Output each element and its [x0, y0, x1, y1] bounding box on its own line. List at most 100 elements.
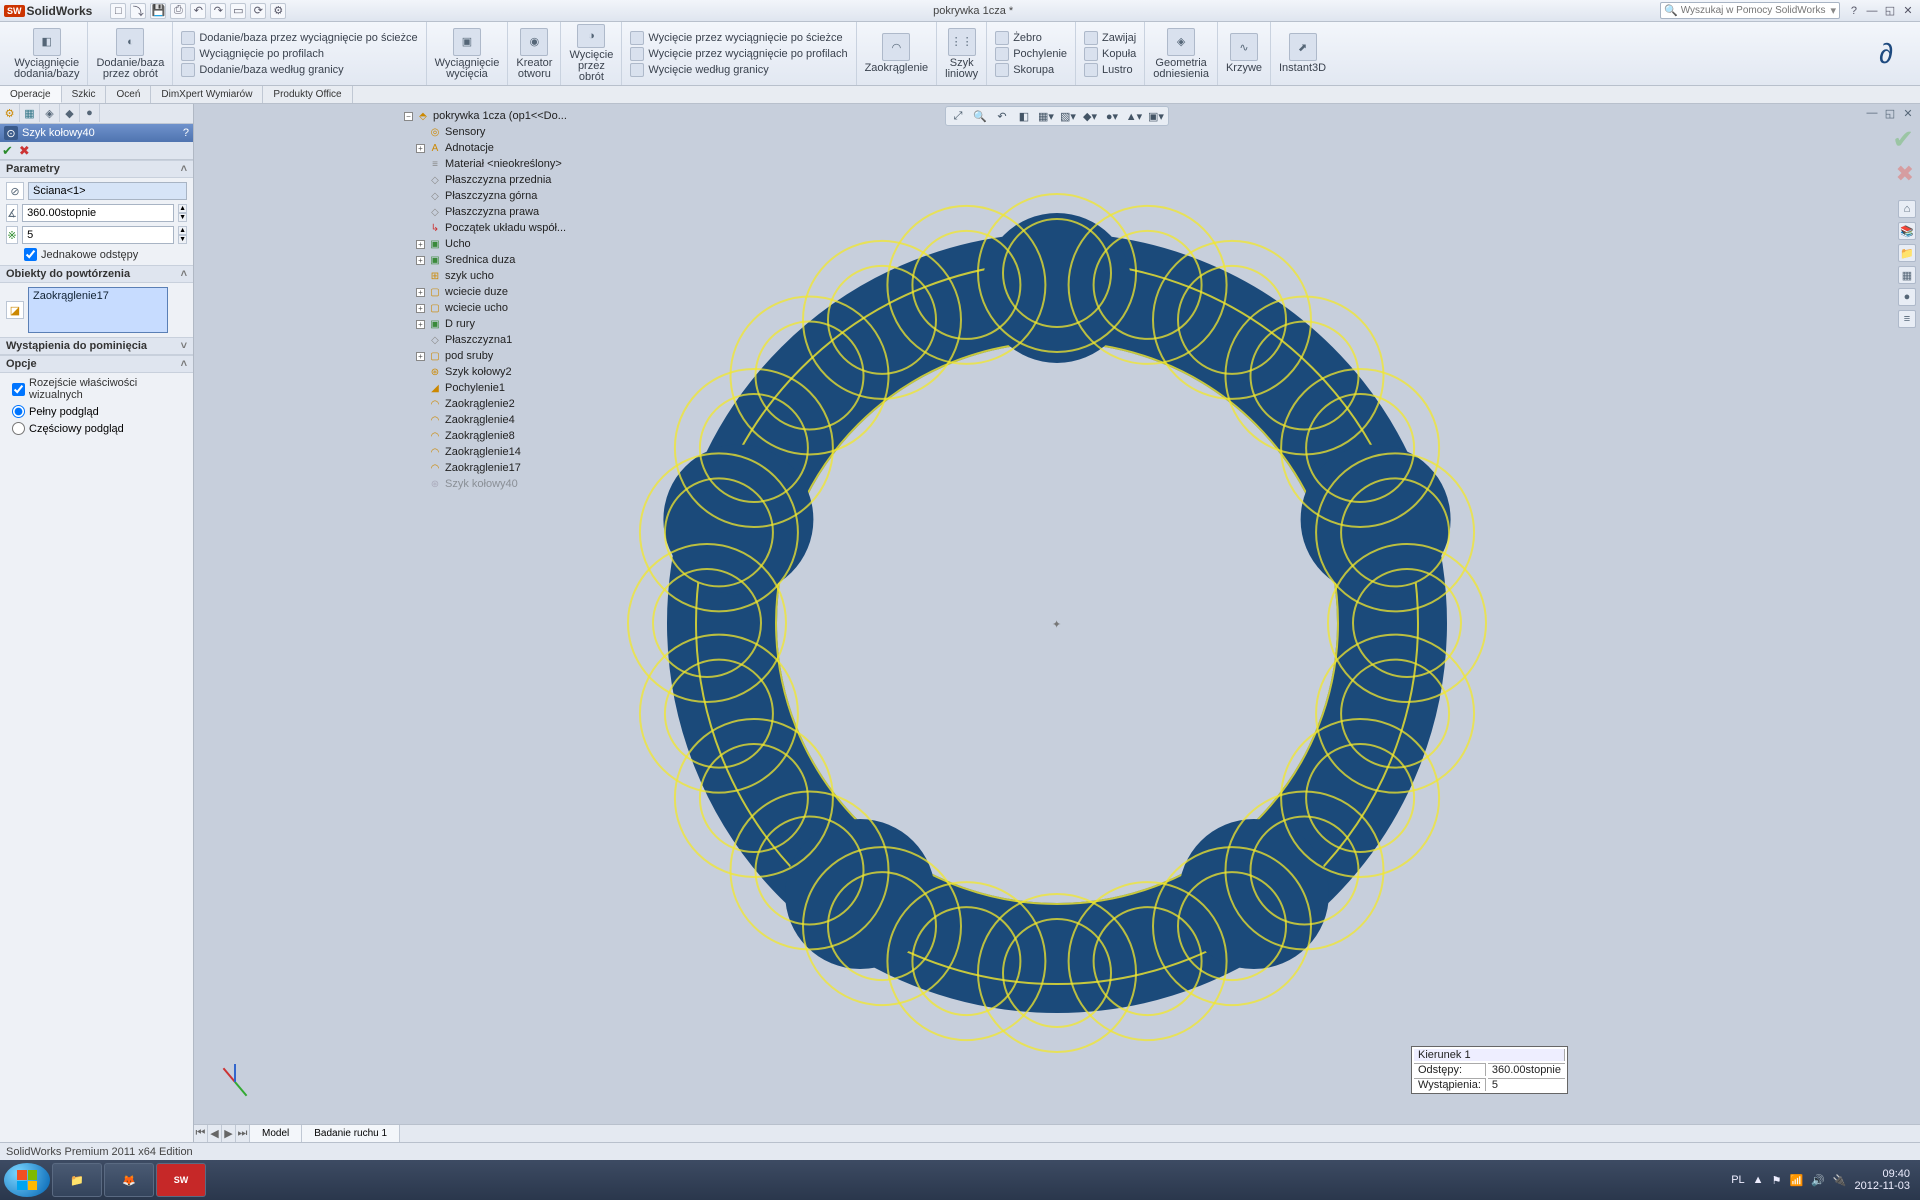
tree-item-current[interactable]: ⊛Szyk kołowy40: [400, 476, 576, 492]
child-restore-icon[interactable]: ◱: [1882, 106, 1898, 120]
display-style-icon[interactable]: ▧▾: [1058, 108, 1078, 124]
ribbon-btn-draft[interactable]: Pochylenie: [995, 47, 1067, 61]
tab-nav-last-icon[interactable]: ⏭: [236, 1125, 250, 1142]
angle-field[interactable]: [22, 204, 174, 222]
ribbon-btn-shell[interactable]: Skorupa: [995, 63, 1067, 77]
view-orientation-icon[interactable]: ▦▾: [1036, 108, 1056, 124]
scene-icon[interactable]: ▲▾: [1124, 108, 1144, 124]
features-icon[interactable]: ◪: [6, 301, 24, 319]
panel-tab-display-icon[interactable]: ◈: [40, 104, 60, 122]
count-spinner[interactable]: ▲▼: [178, 226, 187, 244]
tray-lang[interactable]: PL: [1731, 1174, 1744, 1186]
partial-preview-radio[interactable]: [12, 422, 25, 435]
ribbon-btn-cut-boundary[interactable]: Wycięcie według granicy: [630, 63, 847, 77]
child-minimize-icon[interactable]: —: [1864, 106, 1880, 120]
tab-dimxpert[interactable]: DimXpert Wymiarów: [151, 86, 263, 103]
tab-model[interactable]: Model: [250, 1125, 302, 1142]
tree-item[interactable]: ≡Materiał <nieokreślony>: [400, 156, 576, 172]
qat-print-icon[interactable]: ⎙: [170, 3, 186, 19]
qat-select-icon[interactable]: ▭: [230, 3, 246, 19]
ribbon-btn-linear-pattern[interactable]: ⋮⋮Szykliniowy: [937, 22, 987, 85]
angle-icon[interactable]: ∡: [6, 204, 18, 222]
tab-sketch[interactable]: Szkic: [62, 86, 107, 103]
tree-item[interactable]: ⊛Szyk kołowy2: [400, 364, 576, 380]
tree-item[interactable]: +AAdnotacje: [400, 140, 576, 156]
ribbon-btn-fillet[interactable]: ◠Zaokrąglenie: [857, 22, 938, 85]
section-view-icon[interactable]: ◧: [1014, 108, 1034, 124]
tree-item[interactable]: ◇Płaszczyzna1: [400, 332, 576, 348]
tree-item[interactable]: +▣D rury: [400, 316, 576, 332]
confirm-cancel-icon[interactable]: ✖: [1896, 161, 1914, 187]
equal-spacing-row[interactable]: Jednakowe odstępy: [6, 248, 187, 261]
tab-motion-study[interactable]: Badanie ruchu 1: [302, 1125, 400, 1142]
search-dropdown-icon[interactable]: ▾: [1830, 4, 1836, 17]
tree-item[interactable]: ◠Zaokrąglenie2: [400, 396, 576, 412]
tree-item[interactable]: ◇Płaszczyzna górna: [400, 188, 576, 204]
ribbon-btn-wrap[interactable]: Zawijaj: [1084, 31, 1136, 45]
count-field[interactable]: [22, 226, 174, 244]
tray-show-hidden-icon[interactable]: ▲: [1753, 1174, 1764, 1186]
ribbon-btn-sweep[interactable]: Dodanie/baza przez wyciągnięcie po ścież…: [181, 31, 417, 45]
taskbar-firefox[interactable]: 🦊: [104, 1163, 154, 1197]
ribbon-btn-dome[interactable]: Kopuła: [1084, 47, 1136, 61]
ribbon-btn-mirror[interactable]: Lustro: [1084, 63, 1136, 77]
tray-power-icon[interactable]: 🔌: [1833, 1174, 1847, 1187]
angle-spinner[interactable]: ▲▼: [178, 204, 187, 222]
tray-clock[interactable]: 09:40 2012-11-03: [1855, 1168, 1916, 1192]
custom-props-icon[interactable]: ≡: [1898, 310, 1916, 328]
tree-item[interactable]: ◠Zaokrąglenie4: [400, 412, 576, 428]
zoom-fit-icon[interactable]: ⤢: [948, 108, 968, 124]
qat-undo-icon[interactable]: ↶: [190, 3, 206, 19]
panel-tab-feature-icon[interactable]: ⚙: [0, 104, 20, 122]
help-search[interactable]: 🔍 ▾: [1660, 2, 1840, 19]
section-skip[interactable]: Wystąpienia do pominięcia˅: [0, 337, 193, 355]
app-close-icon[interactable]: ✕: [1900, 4, 1916, 18]
panel-help-icon[interactable]: ?: [183, 127, 189, 139]
tab-nav-next-icon[interactable]: ▶: [222, 1125, 236, 1142]
ribbon-btn-loft[interactable]: Wyciągnięcie po profilach: [181, 47, 417, 61]
section-features[interactable]: Obiekty do powtórzenia˄: [0, 265, 193, 283]
panel-tab-decal-icon[interactable]: ◆: [60, 104, 80, 122]
section-parameters[interactable]: Parametry˄: [0, 160, 193, 178]
zoom-area-icon[interactable]: 🔍: [970, 108, 990, 124]
ribbon-btn-cut-sweep[interactable]: Wycięcie przez wyciągnięcie po ścieżce: [630, 31, 847, 45]
axis-icon[interactable]: ⊘: [6, 182, 24, 200]
child-close-icon[interactable]: ✕: [1900, 106, 1916, 120]
tree-item[interactable]: ◇Płaszczyzna przednia: [400, 172, 576, 188]
tree-item[interactable]: +▢wciecie ucho: [400, 300, 576, 316]
help-search-input[interactable]: [1681, 5, 1831, 16]
prev-view-icon[interactable]: ↶: [992, 108, 1012, 124]
qat-options-icon[interactable]: ⚙: [270, 3, 286, 19]
ribbon-btn-cut-loft[interactable]: Wycięcie przez wyciągnięcie po profilach: [630, 47, 847, 61]
tree-item[interactable]: +▣Ucho: [400, 236, 576, 252]
hide-show-icon[interactable]: ◆▾: [1080, 108, 1100, 124]
tree-item[interactable]: ↳Początek układu współ...: [400, 220, 576, 236]
resources-icon[interactable]: ⌂: [1898, 200, 1916, 218]
ribbon-btn-hole-wizard[interactable]: ◉Kreatorotworu: [508, 22, 561, 85]
partial-preview-row[interactable]: Częściowy podgląd: [6, 422, 187, 435]
panel-tab-config-icon[interactable]: ▦: [20, 104, 40, 122]
graphics-area[interactable]: −⬘pokrywka 1cza (op1<<Do... ◎Sensory +AA…: [194, 104, 1920, 1142]
cancel-icon[interactable]: ✖: [19, 143, 30, 159]
pattern-direction-callout[interactable]: Kierunek 1 Odstępy:360.00stopnie Wystąpi…: [1411, 1046, 1568, 1094]
tree-item[interactable]: ◠Zaokrąglenie14: [400, 444, 576, 460]
full-preview-radio[interactable]: [12, 405, 25, 418]
ribbon-btn-boss-revolve[interactable]: ◐Dodanie/bazaprzez obrót: [88, 22, 173, 85]
app-restore-icon[interactable]: ◱: [1882, 4, 1898, 18]
equal-spacing-checkbox[interactable]: [24, 248, 37, 261]
tree-root[interactable]: −⬘pokrywka 1cza (op1<<Do...: [400, 108, 576, 124]
tree-item[interactable]: ⊞szyk ucho: [400, 268, 576, 284]
full-preview-row[interactable]: Pełny podgląd: [6, 405, 187, 418]
tray-network-icon[interactable]: 📶: [1789, 1174, 1803, 1187]
confirm-ok-icon[interactable]: ✔: [1892, 124, 1914, 155]
tab-evaluate[interactable]: Oceń: [106, 86, 151, 103]
ribbon-btn-ref-geom[interactable]: ◈Geometriaodniesienia: [1145, 22, 1218, 85]
propagate-visual-checkbox[interactable]: [12, 383, 25, 396]
count-icon[interactable]: ※: [6, 226, 18, 244]
view-triad[interactable]: [214, 1062, 254, 1102]
design-lib-icon[interactable]: 📚: [1898, 222, 1916, 240]
tree-item[interactable]: +▢wciecie duze: [400, 284, 576, 300]
tab-nav-prev-icon[interactable]: ◀: [208, 1125, 222, 1142]
features-field[interactable]: Zaokrąglenie17: [28, 287, 168, 333]
qat-redo-icon[interactable]: ↷: [210, 3, 226, 19]
